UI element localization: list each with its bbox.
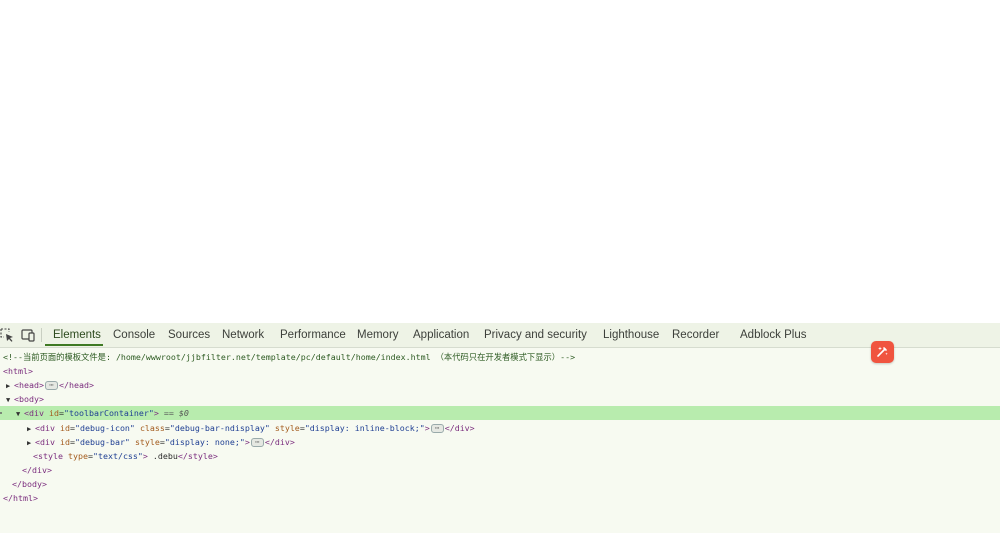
dollar-zero-marker: == $0 [163,408,189,418]
head-close-tag: </head> [58,380,94,390]
tab-adblock-plus[interactable]: Adblock Plus [740,323,806,347]
attr-value: "debug-icon" [74,423,135,433]
div-open-tag: <div [35,423,55,433]
style-text-content: .debu [147,451,178,461]
attr-name: style [134,437,160,447]
div-close-tag: </div> [444,423,475,433]
tree-row-html[interactable]: <html> [0,364,1000,378]
body-close-tag: </body> [12,479,47,489]
div-open-tag: <div [24,408,44,418]
tree-row-body-close[interactable]: </body> [0,477,1000,491]
device-toolbar-icon[interactable] [21,328,35,342]
tab-application[interactable]: Application [413,323,469,347]
body-open-tag: <body> [14,394,44,404]
tab-performance[interactable]: Performance [280,323,346,347]
page-viewport [0,0,1000,323]
tab-sources[interactable]: Sources [168,323,210,347]
style-close-tag: </style> [177,451,218,461]
tree-row-html-close[interactable]: </html> [0,491,1000,505]
attr-name: style [274,423,300,433]
tag-end: > [153,408,159,418]
expand-triangle-icon[interactable]: ▶ [27,422,35,436]
html-open-tag: <html> [3,366,33,376]
inspect-element-icon[interactable] [0,328,14,342]
tree-row-body[interactable]: ▼ <body> [0,392,1000,406]
tag-end: > [244,437,250,447]
div-open-tag: <div [35,437,55,447]
gutter-marker [0,412,2,414]
attr-name: class [139,423,165,433]
head-open-tag: <head> [14,380,44,390]
tab-lighthouse[interactable]: Lighthouse [603,323,659,347]
tree-row-head[interactable]: ▶ <head> ⋯ </head> [0,378,1000,392]
tag-end: > [424,423,430,433]
tab-network[interactable]: Network [222,323,264,347]
elements-tree: <!--当前页面的模板文件是: /home/wwwroot/jjbfilter.… [0,348,1000,533]
attr-value: "display: none;" [164,437,245,447]
style-open-tag: <style [33,451,63,461]
active-tab-indicator [45,344,103,346]
div-close-tag: </div> [22,465,52,475]
devtools-tabbar: Elements Console Sources Network Perform… [0,323,1000,348]
tab-memory[interactable]: Memory [357,323,399,347]
attr-value: "text/css" [92,451,143,461]
html-comment: <!--当前页面的模板文件是: /home/wwwroot/jjbfilter.… [3,352,576,362]
expand-triangle-icon[interactable]: ▶ [27,436,35,450]
tree-row-comment[interactable]: <!--当前页面的模板文件是: /home/wwwroot/jjbfilter.… [0,350,1000,364]
collapse-triangle-icon[interactable]: ▼ [16,407,24,421]
ai-assist-icon[interactable] [871,341,894,363]
attr-name: type [67,451,88,461]
tree-row-debug-icon[interactable]: ▶ <div id="debug-icon" class="debug-bar-n… [0,421,1000,435]
tree-row-style[interactable]: <style type="text/css"> .debu</style> [0,449,1000,463]
collapsed-ellipsis-icon[interactable]: ⋯ [250,438,264,447]
div-close-tag: </div> [264,437,295,447]
tree-row-debug-bar[interactable]: ▶ <div id="debug-bar" style="display: non… [0,435,1000,449]
attr-name: id [48,408,59,418]
collapse-triangle-icon[interactable]: ▼ [6,393,14,407]
attr-name: id [59,423,70,433]
tree-row-selected[interactable]: ▼ <div id="toolbarContainer"> == $0 [0,406,1000,420]
tab-recorder[interactable]: Recorder [672,323,719,347]
expand-triangle-icon[interactable]: ▶ [6,379,14,393]
tree-row-div-close[interactable]: </div> [0,463,1000,477]
devtools-panel: Elements Console Sources Network Perform… [0,323,1000,533]
collapsed-ellipsis-icon[interactable]: ⋯ [430,424,444,433]
toolbar-divider [41,328,42,342]
attr-value: "debug-bar-ndisplay" [169,423,270,433]
collapsed-ellipsis-icon[interactable]: ⋯ [44,381,58,390]
attr-value: "debug-bar" [74,437,130,447]
html-close-tag: </html> [3,493,38,503]
attr-name: id [59,437,70,447]
tab-console[interactable]: Console [113,323,155,347]
attr-value: "toolbarContainer" [63,408,154,418]
tab-privacy-and-security[interactable]: Privacy and security [484,323,587,347]
attr-value: "display: inline-block;" [304,423,425,433]
